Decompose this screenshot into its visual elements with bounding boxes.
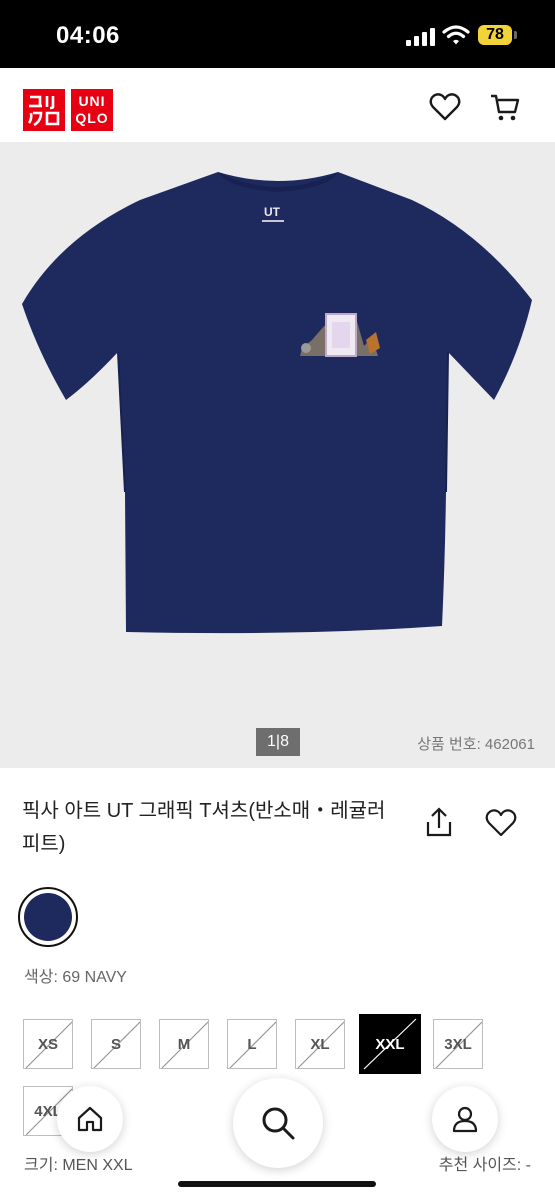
logo-text-uni: UNI	[78, 93, 106, 109]
heart-icon[interactable]	[428, 90, 462, 124]
battery-tip	[514, 31, 517, 39]
search-icon	[262, 1107, 295, 1140]
size-option-xxl[interactable]: XXL	[359, 1014, 421, 1074]
home-icon	[77, 1106, 103, 1132]
size-label-text: L	[247, 1035, 257, 1053]
tshirt-image: UT	[22, 172, 532, 634]
logo-katakana-mark	[23, 89, 65, 131]
status-time: 04:06	[56, 22, 120, 49]
share-icon[interactable]	[422, 806, 456, 840]
size-label-text: 3XL	[444, 1035, 472, 1053]
cart-icon[interactable]	[488, 90, 522, 124]
app-header: UNI QLO	[0, 68, 555, 142]
svg-text:UT: UT	[264, 205, 281, 219]
size-option-s[interactable]: S	[91, 1019, 141, 1069]
search-button[interactable]	[233, 1078, 323, 1168]
user-icon	[452, 1106, 478, 1133]
size-option-xs[interactable]: XS	[23, 1019, 73, 1069]
size-label-text: XS	[37, 1035, 58, 1053]
selected-size-label: 크기: MEN XXL	[24, 1157, 133, 1174]
signal-icon	[406, 28, 436, 46]
home-button[interactable]	[57, 1086, 123, 1152]
size-label-text: S	[110, 1035, 121, 1053]
size-option-m[interactable]: M	[159, 1019, 209, 1069]
color-label: 색상: 69 NAVY	[24, 969, 127, 986]
size-label-text: M	[177, 1035, 191, 1053]
swatch-fill	[24, 893, 72, 941]
heart-icon[interactable]	[484, 806, 518, 840]
image-pager: 1|8	[256, 728, 300, 756]
color-swatch-navy[interactable]	[18, 887, 78, 947]
wifi-icon	[442, 25, 470, 45]
size-label-text: XL	[310, 1035, 330, 1053]
size-label-text: XXL	[375, 1035, 405, 1053]
product-number: 상품 번호: 462061	[417, 736, 535, 753]
recommended-size-label: 추천 사이즈: -	[438, 1157, 531, 1174]
product-title: 픽사 아트 UT 그래픽 T셔츠(반소매・레귤러 피트)	[22, 800, 386, 855]
size-option-xl[interactable]: XL	[295, 1019, 345, 1069]
home-indicator	[178, 1181, 376, 1187]
size-option-l[interactable]: L	[227, 1019, 277, 1069]
product-image-gallery[interactable]: UT 1|8 상품 번호: 462061	[0, 142, 555, 768]
account-button[interactable]	[432, 1086, 498, 1152]
logo-uniqlo-mark: UNI QLO	[71, 89, 113, 131]
logo-text-qlo: QLO	[75, 110, 109, 126]
size-option-3xl[interactable]: 3XL	[433, 1019, 483, 1069]
uniqlo-logo[interactable]: UNI QLO	[23, 89, 113, 131]
status-bar: 04:06 78	[0, 0, 555, 68]
battery-indicator: 78	[478, 25, 512, 45]
